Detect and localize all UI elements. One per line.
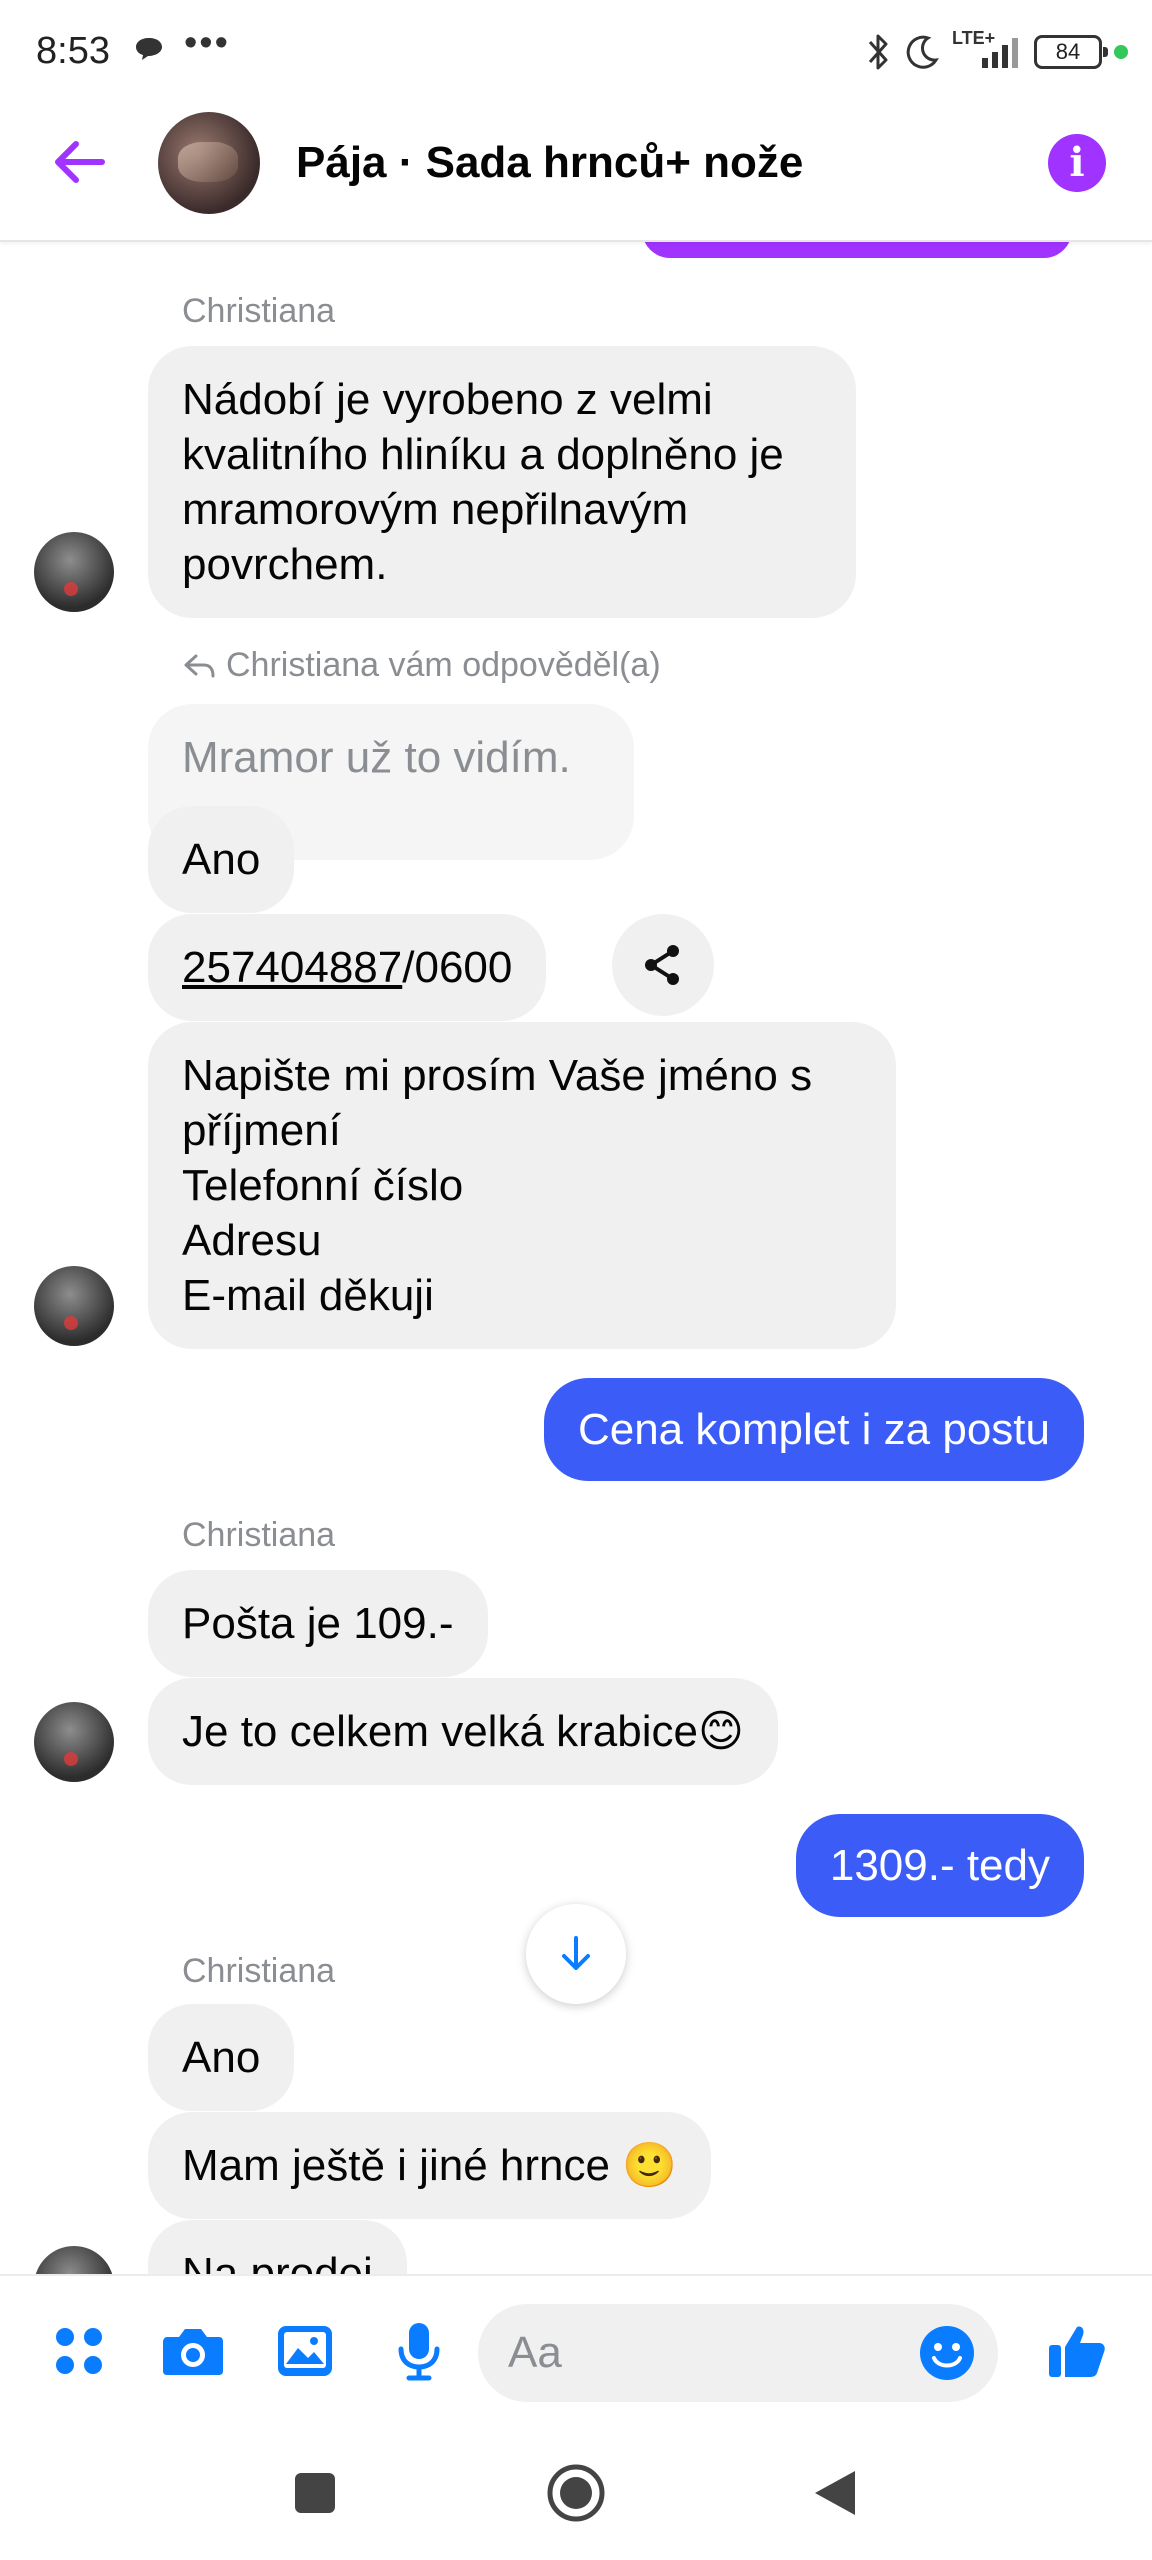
contact-avatar[interactable]	[158, 112, 260, 214]
sender-name: Christiana	[182, 1516, 336, 1554]
image-icon	[278, 2326, 332, 2376]
reply-indicator-text: Christiana vám odpověděl(a)	[226, 646, 661, 684]
received-message[interactable]: 257404887/0600	[148, 914, 547, 1021]
thumbs-up-icon	[1049, 2326, 1105, 2377]
message-line: Adresu	[182, 1216, 322, 1265]
four-dots-menu-icon	[56, 2328, 102, 2374]
received-message[interactable]: Je to celkem velká krabice😊	[148, 1678, 778, 1785]
message-input-container	[478, 2304, 998, 2402]
received-message[interactable]: Napište mi prosím Vaše jméno s příjmení …	[148, 1022, 896, 1349]
received-message[interactable]: Ano	[148, 2004, 295, 2111]
status-more-dots: •••	[184, 22, 230, 64]
message-input[interactable]	[508, 2304, 888, 2402]
camera-button[interactable]	[158, 2316, 228, 2386]
sender-avatar[interactable]	[34, 1702, 114, 1782]
reply-arrow-icon	[184, 654, 215, 677]
received-message[interactable]: Pošta je 109.-	[148, 1570, 488, 1677]
status-time: 8:53	[36, 30, 110, 72]
info-button[interactable]: i	[1048, 134, 1106, 192]
message-composer	[0, 2274, 1152, 2428]
triangle-back-icon	[815, 2471, 855, 2515]
sent-message[interactable]: Cena komplet i za postu	[543, 1378, 1084, 1481]
sender-avatar[interactable]	[34, 2246, 114, 2274]
back-arrow-icon[interactable]	[46, 130, 110, 194]
sender-avatar[interactable]	[34, 532, 114, 612]
square-icon	[295, 2473, 335, 2513]
received-message[interactable]: Na prodej	[148, 2220, 407, 2274]
conversation-title[interactable]: Pája · Sada hrnců+ nože	[296, 138, 803, 188]
account-number-link[interactable]: 257404887	[182, 943, 402, 992]
sender-name: Christiana	[182, 1952, 336, 1990]
do-not-disturb-moon-icon	[906, 35, 939, 69]
network-indicator: LTE+	[952, 28, 1022, 72]
apps-menu-button[interactable]	[44, 2316, 114, 2386]
gallery-button[interactable]	[270, 2316, 340, 2386]
reply-indicator: Christiana vám odpověděl(a)	[182, 646, 661, 685]
scroll-to-bottom-button[interactable]	[526, 1904, 626, 2004]
system-navigation-bar	[0, 2428, 1152, 2560]
message-notification-icon	[136, 38, 162, 60]
arrow-down-icon	[562, 1936, 590, 1970]
battery-level: 84	[1055, 39, 1081, 64]
message-line: Napište mi prosím Vaše jméno s	[182, 1051, 813, 1100]
sender-name: Christiana	[182, 292, 336, 330]
circle-home-icon	[547, 2464, 605, 2522]
share-icon	[645, 945, 679, 985]
camera-icon	[163, 2329, 223, 2375]
battery-indicator: 84	[1034, 35, 1108, 69]
home-button[interactable]	[541, 2458, 611, 2528]
received-message[interactable]: Mam ještě i jiné hrnce 🙂	[148, 2112, 711, 2219]
message-line: příjmení	[182, 1106, 341, 1155]
emoji-icon[interactable]	[918, 2324, 976, 2382]
signal-bars-icon	[982, 38, 1018, 68]
bluetooth-icon	[868, 34, 888, 70]
back-button[interactable]	[800, 2458, 870, 2528]
microphone-icon	[398, 2323, 440, 2381]
status-bar: 8:53 ••• LTE+ 84	[0, 0, 1152, 100]
privacy-indicator-dot	[1114, 45, 1128, 59]
message-line: E-mail děkuji	[182, 1271, 434, 1320]
received-message[interactable]: Nádobí je vyrobeno z velmi kvalitního hl…	[148, 346, 856, 618]
message-line: Telefonní číslo	[182, 1161, 464, 1210]
bank-code: /0600	[402, 943, 513, 992]
sender-avatar[interactable]	[34, 1266, 114, 1346]
recents-button[interactable]	[280, 2458, 350, 2528]
like-button[interactable]	[1042, 2316, 1112, 2386]
voice-record-button[interactable]	[384, 2316, 454, 2386]
share-button[interactable]	[612, 914, 714, 1016]
conversation-header: Pája · Sada hrnců+ nože i	[0, 100, 1152, 242]
previous-sent-message[interactable]	[642, 242, 1072, 258]
received-message[interactable]: Ano	[148, 806, 295, 913]
sent-message[interactable]: 1309.- tedy	[795, 1814, 1084, 1917]
status-icons: LTE+ 84	[866, 28, 1128, 74]
